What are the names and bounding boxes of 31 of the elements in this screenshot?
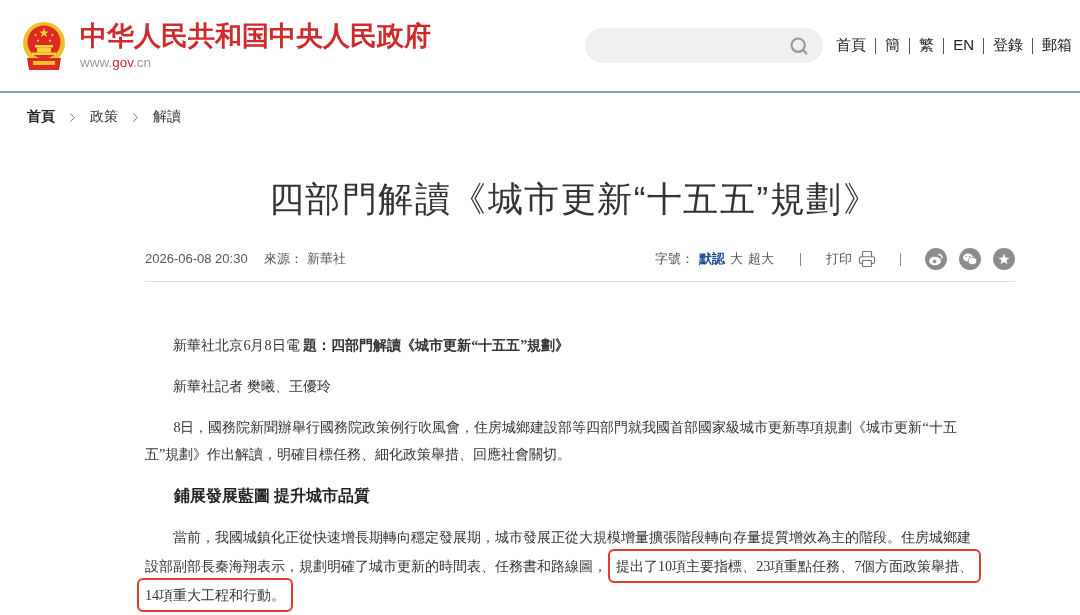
byline-text: 新華社記者 樊曦、王優玲: [172, 377, 332, 396]
nav-link[interactable]: 首頁: [836, 34, 867, 57]
body-paragraph: 8日，國務院新聞辦舉行國務院政策例行吹風會，住房城鄉建設部等四部門就我國首部國家級城市更新專項規劃《城市更新“十五 五”規劃》作出解讀，明確目標任務、細化政策舉措、回應社會關切。: [144, 418, 958, 464]
font-size-label: 字號：: [655, 250, 694, 268]
font-size-option[interactable]: 超大: [748, 249, 774, 269]
body-paragraph: 當前，我國城鎮化正從快速增長期轉向穩定發展期，城市發展正從大規模增量擴張階段轉向存量提質增效為主的階段。住房城鄉建 設部副部長秦海翔表示，規劃明確了城市更新的時間表、任務書和路線圖， 提出了10項主要指標、23項重點任務、7個方面政策舉措、 14項重大工程和行動。: [135, 517, 1035, 615]
weibo-share-icon[interactable]: [925, 248, 947, 270]
search-icon[interactable]: [789, 35, 810, 56]
print-button[interactable]: 打印: [826, 249, 876, 269]
breadcrumb-link[interactable]: 政策: [90, 106, 118, 128]
printer-icon: [858, 250, 876, 268]
font-size-option[interactable]: 默認: [699, 249, 725, 269]
article-title: 四部門解讀《城市更新“十五五”規劃》: [268, 179, 880, 219]
nav-link[interactable]: 郵箱: [1042, 34, 1072, 57]
breadcrumb-link[interactable]: 解讀: [153, 106, 181, 128]
nav-link[interactable]: 繁: [919, 34, 935, 57]
national-emblem-logo: [22, 20, 66, 71]
nav-link[interactable]: EN: [953, 34, 974, 57]
chat-bubbles-icon[interactable]: [959, 248, 981, 270]
section-heading: 鋪展發展藍圖 提升城市品質: [173, 486, 371, 506]
search-field[interactable]: [585, 28, 824, 63]
nav-link[interactable]: 簡: [885, 34, 901, 57]
dateline-paragraph: 新華社北京6月8日電 題：四部門解讀《城市更新“十五五”規劃》: [172, 336, 571, 355]
site-title: 中华人民共和国中央人民政府: [80, 19, 431, 52]
font-size-option[interactable]: 大: [730, 249, 743, 269]
breadcrumb-link[interactable]: 首頁: [27, 106, 55, 128]
nav-link[interactable]: 登錄: [993, 34, 1023, 57]
site-url: www.gov.cn: [80, 53, 152, 72]
source-name: 新華社: [306, 250, 346, 268]
publish-datetime: 2026-06-08 20:30: [145, 250, 248, 268]
source-label: 來源：: [263, 250, 303, 268]
